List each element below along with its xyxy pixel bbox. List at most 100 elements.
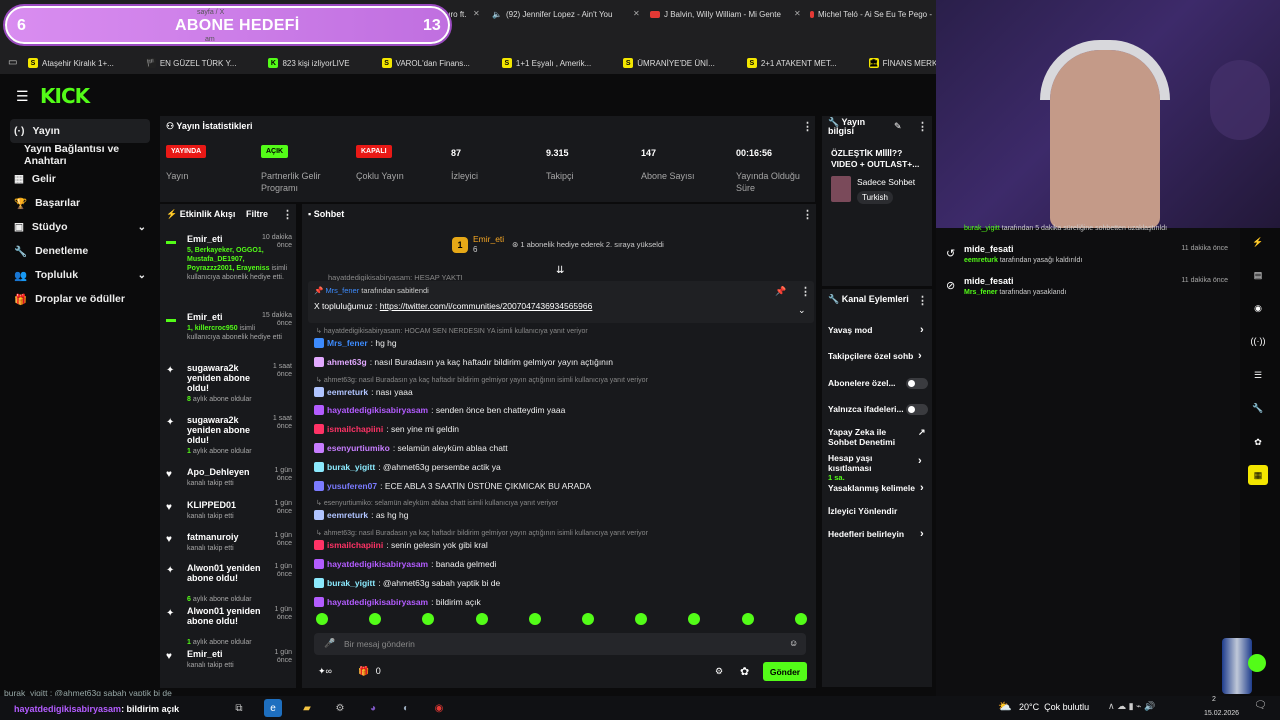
filter-button[interactable]: Filtre — [246, 209, 268, 219]
wrench-icon[interactable]: 🔧 — [1248, 398, 1268, 418]
chat-icon[interactable]: ◉ — [1248, 298, 1268, 318]
folder-icon[interactable]: ▰ — [298, 699, 316, 717]
action-slow-mode[interactable]: Yavaş mod › — [828, 325, 928, 336]
activity-user[interactable]: fatmanuroiy — [187, 532, 267, 542]
activity-user[interactable]: Alwon01 yeniden abone oldu! — [187, 563, 267, 583]
bookmark-item[interactable]: S VAROL'dan Finans... — [362, 52, 480, 74]
weather-text[interactable]: 20°C Çok bulutlu — [1019, 702, 1089, 712]
task-view-icon[interactable]: ⧉ — [230, 699, 248, 717]
action-goals[interactable]: Hedefleri belirleyin › — [828, 529, 928, 540]
sidebar-item-denetleme[interactable]: 🔧 Denetleme — [10, 239, 150, 263]
sidebar-item-studyo[interactable]: ▣ Stüdyo ⌄ — [10, 215, 150, 239]
discord-icon[interactable]: ◕ — [364, 699, 382, 717]
activity-user[interactable]: Emir_eti — [187, 234, 267, 244]
chat-username[interactable]: eemreturk — [327, 510, 368, 520]
infinity-icon[interactable]: ✦∞ — [318, 666, 332, 677]
sidebar-item-yayin[interactable]: (·) Yayın — [10, 119, 150, 143]
more-icon[interactable]: ⋮ — [282, 208, 293, 221]
pin-icon[interactable]: 📌 — [775, 286, 786, 297]
tray-icons[interactable]: ∧ ☁ ▮ ⌁ 🔊 — [1108, 701, 1155, 712]
broadcast-icon[interactable]: ((·)) — [1248, 331, 1268, 351]
sidebar-item-topluluk[interactable]: 👥 Topluluk ⌄ — [10, 263, 150, 287]
action-banned-words[interactable]: Yasaklanmış kelimele › — [828, 483, 928, 494]
bookmark-item[interactable]: S ÜMRANİYE'DE ÜNİ... — [603, 52, 725, 74]
document-icon[interactable]: ▤ — [1248, 265, 1268, 285]
subs-only-toggle[interactable] — [906, 378, 928, 389]
sidebar-item-droplar[interactable]: 🎁 Droplar ve ödüller — [10, 287, 150, 311]
browser-tab[interactable]: 🔈 (92) Jennifer Lopez - Ain't You — [492, 6, 624, 22]
activity-user[interactable]: Emir_eti — [187, 649, 267, 659]
menu-icon[interactable]: ☰ — [16, 88, 29, 105]
action-raid[interactable]: İzleyici Yönlendir — [828, 506, 928, 516]
mod-log-user[interactable]: mide_fesati — [964, 276, 1066, 286]
activity-user[interactable]: Alwon01 yeniden abone oldu! — [187, 606, 267, 626]
edit-icon[interactable]: ✎ — [894, 121, 902, 132]
filter-icon[interactable]: ⇊ — [556, 265, 564, 276]
chat-username[interactable]: Mrs_fener — [327, 338, 368, 348]
more-icon[interactable]: ⋮ — [917, 120, 928, 133]
action-ai-moderation[interactable]: Yapay Zeka ile Sohbet Denetimi ↗ — [828, 427, 926, 447]
mic-icon[interactable]: 🎤 — [324, 638, 335, 649]
chat-username[interactable]: hayatdedigikisabiryasam — [327, 559, 428, 569]
clip-icon[interactable]: ▦ — [1248, 465, 1268, 485]
browser-tab[interactable]: J Balvin, Willy William - Mi Gente — [650, 6, 790, 22]
tablet-icon[interactable]: ▭ — [8, 57, 17, 68]
emotes-only-toggle[interactable] — [906, 404, 928, 415]
more-icon[interactable]: ⋮ — [917, 294, 928, 307]
emote-icon[interactable] — [475, 613, 488, 625]
obs-icon[interactable]: ◉ — [430, 699, 448, 717]
puzzle-icon[interactable]: ✿ — [740, 665, 749, 678]
emote-icon[interactable] — [794, 613, 807, 625]
chat-username[interactable]: ismailchapiini — [327, 424, 383, 434]
bookmark-item[interactable]: K 823 kişi izliyorLIVE — [248, 52, 359, 74]
edge-icon[interactable]: e — [264, 699, 282, 717]
users-icon[interactable]: ☰ — [1248, 365, 1268, 385]
chat-username[interactable]: esenyurtiumiko — [327, 443, 390, 453]
action-account-age[interactable]: Hesap yaşı kısıtlaması 1 sa. › — [828, 453, 922, 483]
gift-icon[interactable]: ✿ — [1248, 432, 1268, 452]
notification-icon[interactable]: 🗨 — [1254, 700, 1267, 711]
emote-icon[interactable] — [741, 613, 754, 625]
action-followers-only[interactable]: Takipçilere özel sohb › — [828, 351, 928, 362]
chat-username[interactable]: burak_yigitt — [327, 462, 375, 472]
pinned-link[interactable]: https://twitter.com/i/communities/200704… — [380, 301, 593, 311]
bookmark-item[interactable]: 🏴 EN GÜZEL TÜRK Y... — [126, 52, 247, 74]
close-icon[interactable]: ✕ — [794, 9, 801, 18]
chat-username[interactable]: hayatdedigikisabiryasam — [327, 597, 428, 607]
emote-icon[interactable] — [582, 613, 594, 625]
close-icon[interactable]: ✕ — [473, 9, 480, 18]
chat-username[interactable]: eemreturk — [327, 387, 368, 397]
activity-user[interactable]: Emir_eti — [187, 312, 267, 322]
more-icon[interactable]: ⋮ — [800, 285, 811, 298]
mod-log-user[interactable]: mide_fesati — [964, 244, 1082, 254]
bookmark-item[interactable]: S Ataşehir Kiralık 1+... — [8, 52, 124, 74]
lightning-icon[interactable]: ⚡ — [1248, 232, 1268, 252]
bookmark-item[interactable]: S 1+1 Eşyalı , Amerik... — [482, 52, 601, 74]
emoji-icon[interactable]: ☺ — [789, 638, 798, 648]
chat-username[interactable]: burak_yigitt — [327, 578, 375, 588]
bookmark-item[interactable]: S 2+1 ATAKENT MET... — [727, 52, 847, 74]
browser-tab[interactable]: Michel Teló - Ai Se Eu Te Pego - — [810, 6, 932, 22]
steam-icon[interactable]: ⚙ — [331, 699, 349, 717]
top-gifter-name[interactable]: Emir_eti — [473, 234, 504, 244]
more-icon[interactable]: ⋮ — [802, 120, 813, 133]
activity-user[interactable]: sugawara2k yeniden abone oldu! — [187, 415, 267, 445]
pinned-by-user[interactable]: Mrs_fener — [325, 286, 359, 295]
steam-client-icon[interactable]: ◐ — [397, 699, 415, 717]
activity-user[interactable]: KLIPPED01 — [187, 500, 267, 510]
activity-user[interactable]: sugawara2k yeniden abone oldu! — [187, 363, 267, 393]
chat-username[interactable]: ahmet63g — [327, 357, 367, 367]
activity-user[interactable]: Apo_Dehleyen — [187, 467, 267, 477]
more-icon[interactable]: ⋮ — [802, 208, 813, 221]
emote-icon[interactable] — [528, 613, 541, 625]
emote-icon[interactable] — [316, 613, 328, 625]
chat-username[interactable]: hayatdedigikisabiryasam — [327, 405, 428, 415]
kick-logo[interactable]: KICK — [40, 84, 90, 108]
close-icon[interactable]: ✕ — [633, 9, 640, 18]
send-button[interactable]: Gönder — [763, 662, 807, 681]
category-name[interactable]: Sadece Sohbet — [857, 177, 915, 187]
sidebar-item-stream-key[interactable]: Yayın Bağlantısı ve Anahtarı — [10, 143, 160, 167]
chevron-down-icon[interactable]: ⌄ — [798, 305, 806, 316]
chat-username[interactable]: ismailchapiini — [327, 540, 383, 550]
sidebar-item-basarilar[interactable]: 🏆 Başarılar — [10, 191, 150, 215]
